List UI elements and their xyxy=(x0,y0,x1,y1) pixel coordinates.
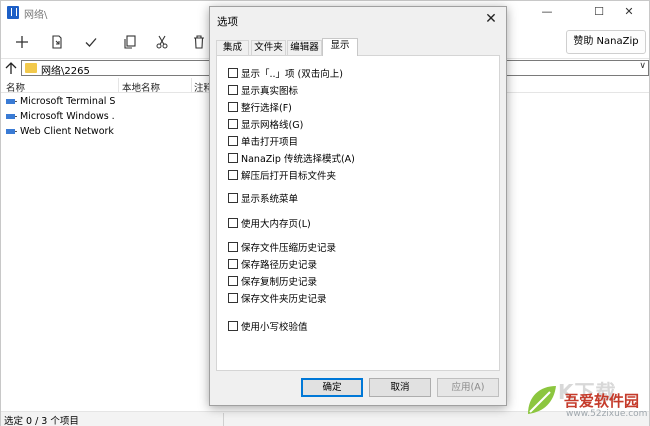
option-full-row-select[interactable]: 整行选择(F) xyxy=(228,101,292,114)
option-copy-history[interactable]: 保存复制历史记录 xyxy=(228,275,317,288)
checkbox[interactable] xyxy=(228,242,238,252)
checkbox[interactable] xyxy=(228,136,238,146)
test-button[interactable] xyxy=(79,30,103,54)
up-arrow-icon[interactable] xyxy=(3,60,19,76)
network-share-icon xyxy=(6,114,17,119)
selection-status: 选定 0 / 3 个项目 xyxy=(4,416,79,426)
option-grid-lines[interactable]: 显示网格线(G) xyxy=(228,118,303,131)
window-title: 网络\ xyxy=(24,10,48,21)
checkbox[interactable] xyxy=(228,85,238,95)
option-path-history[interactable]: 保存路径历史记录 xyxy=(228,258,317,271)
item-name: Web Client Network xyxy=(20,126,114,137)
leaf-logo-icon xyxy=(528,386,556,414)
option-single-click-open[interactable]: 单击打开项目 xyxy=(228,135,298,148)
option-lowercase-hash[interactable]: 使用小写校验值 xyxy=(228,320,308,333)
checkbox[interactable] xyxy=(228,153,238,163)
close-window-button[interactable]: ✕ xyxy=(609,1,649,25)
extract-button[interactable] xyxy=(45,30,69,54)
option-folder-history[interactable]: 保存文件夹历史记录 xyxy=(228,292,327,305)
checkbox[interactable] xyxy=(228,170,238,180)
checkbox[interactable] xyxy=(228,119,238,129)
option-system-menu[interactable]: 显示系统菜单 xyxy=(228,192,298,205)
option-open-after-extract[interactable]: 解压后打开目标文件夹 xyxy=(228,169,336,182)
copy-button[interactable] xyxy=(118,30,142,54)
tab-folders[interactable]: 文件夹 xyxy=(251,40,286,55)
close-dialog-button[interactable]: ✕ xyxy=(482,10,500,28)
dialog-title: 选项 xyxy=(217,16,238,28)
delete-button[interactable] xyxy=(187,30,211,54)
address-path: 网络\2265 xyxy=(41,66,90,77)
options-dialog: 选项 ✕ 集成 文件夹 编辑器 显示 显示「..」项 (双击向上) 显示真实图标… xyxy=(209,6,507,406)
extract-icon xyxy=(52,35,62,49)
checkbox[interactable] xyxy=(228,276,238,286)
list-item[interactable]: Web Client Network xyxy=(1,125,116,140)
checkbox[interactable] xyxy=(228,259,238,269)
column-divider[interactable] xyxy=(191,78,192,93)
delete-icon xyxy=(194,35,204,49)
display-options-panel: 显示「..」项 (双击向上) 显示真实图标 整行选择(F) 显示网格线(G) 单… xyxy=(216,55,500,371)
checkbox[interactable] xyxy=(228,321,238,331)
chevron-down-icon[interactable]: ∨ xyxy=(639,61,646,71)
cancel-button[interactable]: 取消 xyxy=(369,378,431,397)
site-watermark: K下载 吾爱软件园 www.52zixue.com xyxy=(518,376,648,422)
item-name: Microsoft Windows ... xyxy=(20,111,115,122)
checkbox[interactable] xyxy=(228,102,238,112)
status-divider xyxy=(223,413,224,426)
option-real-icons[interactable]: 显示真实图标 xyxy=(228,84,298,97)
folder-icon xyxy=(25,63,37,73)
checkbox[interactable] xyxy=(228,218,238,228)
tab-integration[interactable]: 集成 xyxy=(216,40,249,55)
option-show-parent-item[interactable]: 显示「..」项 (双击向上) xyxy=(228,67,343,80)
option-legacy-selection-mode[interactable]: NanaZip 传统选择模式(A) xyxy=(228,152,355,165)
nanazip-app-icon xyxy=(7,6,19,19)
cut-move-icon xyxy=(156,35,168,49)
column-divider[interactable] xyxy=(118,78,119,93)
add-button[interactable] xyxy=(10,30,34,54)
network-share-icon xyxy=(6,99,17,104)
ok-button[interactable]: 确定 xyxy=(301,378,363,397)
sponsor-button[interactable]: 赞助 NanaZip xyxy=(566,30,646,54)
add-icon xyxy=(16,36,28,48)
test-check-icon xyxy=(85,38,97,47)
item-name: Microsoft Terminal S... xyxy=(20,96,115,107)
minimize-button[interactable]: — xyxy=(527,1,567,25)
column-local-name[interactable]: 本地名称 xyxy=(122,80,160,94)
watermark-url: www.52zixue.com xyxy=(566,409,648,419)
list-item[interactable]: Microsoft Terminal S... xyxy=(1,95,116,110)
list-item[interactable]: Microsoft Windows ... xyxy=(1,110,116,125)
copy-icon xyxy=(124,35,136,49)
checkbox[interactable] xyxy=(228,293,238,303)
option-archive-history[interactable]: 保存文件压缩历史记录 xyxy=(228,241,336,254)
tab-editor[interactable]: 编辑器 xyxy=(287,40,322,55)
checkbox[interactable] xyxy=(228,193,238,203)
watermark-site-name: 吾爱软件园 xyxy=(564,392,640,410)
move-button[interactable] xyxy=(150,30,174,54)
tab-display[interactable]: 显示 xyxy=(322,38,358,56)
column-name[interactable]: 名称 xyxy=(6,80,25,94)
network-share-icon xyxy=(6,129,17,134)
checkbox[interactable] xyxy=(228,68,238,78)
option-large-pages[interactable]: 使用大内存页(L) xyxy=(228,217,311,230)
apply-button[interactable]: 应用(A) xyxy=(437,378,499,397)
